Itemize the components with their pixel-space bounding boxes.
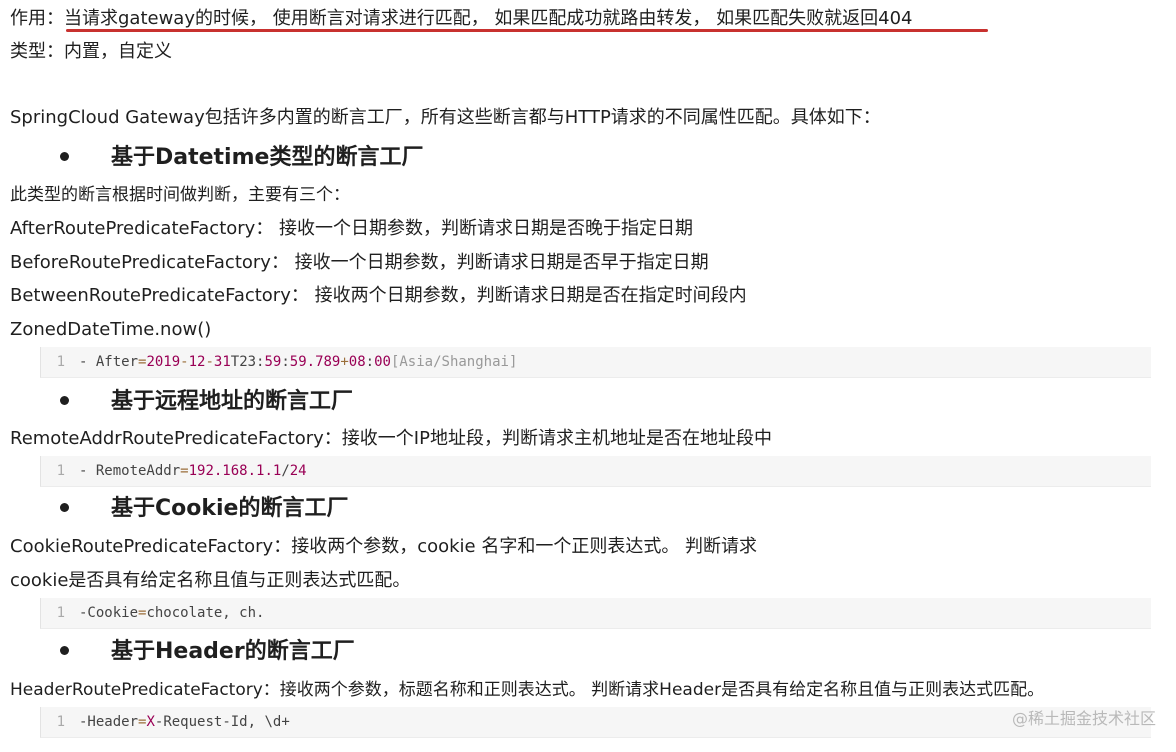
code-token: -: [205, 354, 214, 370]
code-token: [Asia/Shanghai]: [390, 354, 518, 370]
code-token: -: [180, 354, 189, 370]
line-number: 1: [56, 605, 65, 621]
code-token: :: [365, 354, 375, 370]
code-token: :: [281, 354, 290, 370]
bullet-dot: [60, 502, 69, 512]
heading-header-text: 基于Header的断言工厂: [111, 639, 355, 664]
code-token: -Header: [79, 714, 139, 730]
heading-remote-address-text: 基于远程地址的断言工厂: [111, 389, 354, 414]
code-token: - RemoteAddr: [79, 463, 181, 479]
zoned-datetime-text: ZonedDateTime.now(): [10, 319, 212, 340]
code-token: 24: [289, 463, 307, 479]
line-number: 1: [56, 354, 65, 370]
code-token: 31: [213, 354, 231, 370]
code-token: T23:: [230, 354, 265, 370]
code-block-header: 1 -Header=X-Request-Id, \d+: [40, 707, 1151, 738]
code-token: 08: [348, 354, 366, 370]
heading-header: 基于Header的断言工厂: [60, 637, 355, 667]
code-token: - After: [79, 354, 139, 370]
code-token: X: [146, 714, 155, 730]
code-token: 12: [188, 354, 206, 370]
remote-factory-desc: RemoteAddrRoutePredicateFactory：接收一个IP地址…: [10, 428, 772, 449]
heading-cookie-text: 基于Cookie的断言工厂: [111, 496, 349, 521]
intro-label: 作用：: [10, 8, 64, 29]
code-token: 59.789: [289, 354, 341, 370]
code-token: 00: [374, 354, 391, 370]
line-number: 1: [56, 463, 65, 479]
code-block-after: 1- After=2019-12-31T23:59:59.789+08:00[A…: [40, 347, 1151, 378]
datetime-desc: 此类型的断言根据时间做判断，主要有三个：: [10, 185, 350, 205]
code-token: -Request-Id, \d+: [154, 714, 290, 730]
code-token: 192.168.1.1: [188, 463, 282, 479]
intro-line: 作用：当请求gateway的时候， 使用断言对请求进行匹配， 如果匹配成功就路由…: [10, 7, 913, 31]
bullet-dot: [60, 395, 69, 405]
code-token: /: [281, 463, 290, 479]
heading-remote-address: 基于远程地址的断言工厂: [60, 387, 353, 417]
intro-underlined-text: 当请求gateway的时候， 使用断言对请求进行匹配， 如果匹配成功就路由转发，…: [64, 8, 913, 29]
code-token: chocolate, ch.: [146, 605, 265, 621]
code-token: -Cookie: [79, 605, 139, 621]
after-factory-desc: AfterRoutePredicateFactory： 接收一个日期参数，判断请…: [10, 218, 694, 239]
heading-cookie: 基于Cookie的断言工厂: [60, 494, 348, 524]
type-line: 类型：内置，自定义: [10, 41, 172, 62]
between-factory-desc: BetweenRoutePredicateFactory： 接收两个日期参数，判…: [10, 285, 747, 306]
red-underline: [66, 29, 988, 32]
line-number: 1: [56, 714, 65, 730]
overview-paragraph: SpringCloud Gateway包括许多内置的断言工厂，所有这些断言都与H…: [10, 107, 881, 128]
cookie-factory-desc-cont: cookie是否具有给定名称且值与正则表达式匹配。: [10, 570, 411, 591]
bullet-dot: [60, 151, 69, 161]
bullet-dot: [60, 645, 69, 655]
code-token: +: [340, 354, 349, 370]
before-factory-desc: BeforeRoutePredicateFactory： 接收一个日期参数，判断…: [10, 252, 709, 273]
heading-datetime-text: 基于Datetime类型的断言工厂: [111, 145, 424, 170]
header-factory-desc: HeaderRoutePredicateFactory：接收两个参数，标题名称和…: [10, 680, 1045, 700]
code-token: =: [180, 463, 189, 479]
code-block-remote: 1 - RemoteAddr=192.168.1.1/24: [40, 456, 1151, 487]
watermark: @稀土掘金技术社区: [1011, 709, 1156, 728]
code-token: 2019: [146, 354, 181, 370]
cookie-factory-desc: CookieRoutePredicateFactory：接收两个参数，cooki…: [10, 536, 758, 557]
heading-datetime: 基于Datetime类型的断言工厂: [60, 143, 423, 173]
code-block-cookie: 1 -Cookie=chocolate, ch.: [40, 598, 1151, 629]
code-token: 59: [264, 354, 282, 370]
